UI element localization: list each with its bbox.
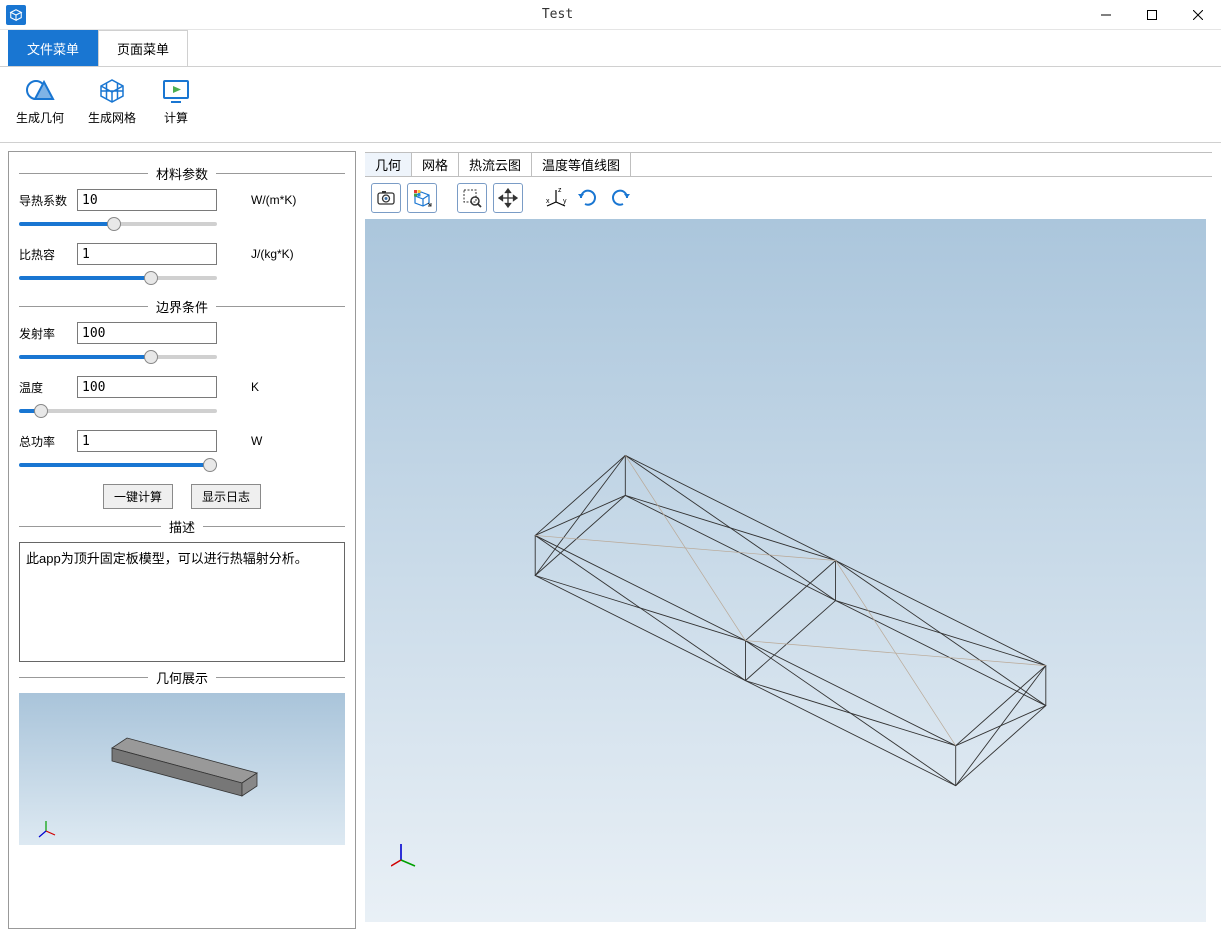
geometry-preview[interactable]	[19, 693, 345, 845]
geom-preview-section-title: 几何展示	[19, 668, 345, 687]
canvas-tab-geometry[interactable]: 几何	[365, 153, 412, 176]
rotate-cw-icon[interactable]	[575, 185, 601, 211]
total-power-row: 总功率 W	[19, 430, 345, 452]
generate-geometry-label: 生成几何	[16, 109, 64, 126]
thermal-conductivity-slider[interactable]	[19, 222, 217, 226]
specific-heat-unit: J/(kg*K)	[251, 247, 294, 261]
orientation-triad	[391, 840, 419, 868]
description-box: 此app为顶升固定板模型，可以进行热辐射分析。	[19, 542, 345, 662]
compute-button[interactable]: 计算	[154, 73, 198, 140]
ribbon-body: 生成几何 生成网格 计算	[0, 67, 1221, 143]
app-icon	[6, 5, 26, 25]
tab-page-menu[interactable]: 页面菜单	[98, 30, 188, 66]
main-area: 材料参数 导热系数 W/(m*K) 比热容 J/(kg*K) 边界条件 发射率 …	[0, 143, 1221, 937]
close-button[interactable]	[1175, 0, 1221, 30]
generate-mesh-label: 生成网格	[88, 109, 136, 126]
sidebar: 材料参数 导热系数 W/(m*K) 比热容 J/(kg*K) 边界条件 发射率 …	[8, 151, 356, 929]
temperature-row: 温度 K	[19, 376, 345, 398]
maximize-button[interactable]	[1129, 0, 1175, 30]
pan-icon[interactable]	[493, 183, 523, 213]
emissivity-label: 发射率	[19, 325, 77, 342]
mesh-icon	[96, 75, 128, 107]
one-click-compute-button[interactable]: 一键计算	[103, 484, 173, 509]
material-section-title: 材料参数	[19, 164, 345, 183]
canvas-viewport[interactable]	[365, 219, 1206, 922]
zoom-box-icon[interactable]	[457, 183, 487, 213]
generate-mesh-button[interactable]: 生成网格	[82, 73, 142, 140]
canvas-tab-iso-temp[interactable]: 温度等值线图	[532, 153, 631, 176]
thermal-conductivity-input[interactable]	[77, 189, 217, 211]
canvas-tab-mesh[interactable]: 网格	[412, 153, 459, 176]
specific-heat-row: 比热容 J/(kg*K)	[19, 243, 345, 265]
canvas-panel: 几何 网格 热流云图 温度等值线图 zy x	[364, 151, 1213, 929]
svg-text:z: z	[558, 187, 562, 194]
rotate-ccw-icon[interactable]	[607, 185, 633, 211]
scene-light-icon[interactable]	[407, 183, 437, 213]
canvas-tabs: 几何 网格 热流云图 温度等值线图	[365, 152, 1212, 177]
sidebar-button-row: 一键计算 显示日志	[19, 484, 345, 509]
total-power-slider[interactable]	[19, 463, 217, 467]
emissivity-slider[interactable]	[19, 355, 217, 359]
thermal-conductivity-unit: W/(m*K)	[251, 193, 296, 207]
temperature-input[interactable]	[77, 376, 217, 398]
specific-heat-slider[interactable]	[19, 276, 217, 280]
screenshot-icon[interactable]	[371, 183, 401, 213]
canvas-toolbar: zy x	[365, 177, 1212, 219]
generate-geometry-button[interactable]: 生成几何	[10, 73, 70, 140]
canvas-tab-heat-flux[interactable]: 热流云图	[459, 153, 532, 176]
temperature-slider[interactable]	[19, 409, 217, 413]
emissivity-row: 发射率	[19, 322, 345, 344]
specific-heat-label: 比热容	[19, 246, 77, 263]
tab-file-menu[interactable]: 文件菜单	[8, 30, 98, 66]
description-section-title: 描述	[19, 517, 345, 536]
svg-text:y: y	[563, 198, 567, 205]
emissivity-input[interactable]	[77, 322, 217, 344]
total-power-unit: W	[251, 434, 262, 448]
temperature-label: 温度	[19, 379, 77, 396]
show-log-button[interactable]: 显示日志	[191, 484, 261, 509]
compute-icon	[160, 75, 192, 107]
geometry-icon	[24, 75, 56, 107]
minimize-button[interactable]	[1083, 0, 1129, 30]
ribbon-group: 生成几何 生成网格 计算	[10, 73, 198, 140]
axes-icon[interactable]: zy x	[543, 185, 569, 211]
compute-label: 计算	[164, 109, 188, 126]
window-title: Test	[32, 7, 1083, 22]
svg-text:x: x	[546, 198, 550, 205]
temperature-unit: K	[251, 380, 259, 394]
ribbon-tabs: 文件菜单 页面菜单	[0, 30, 1221, 67]
total-power-input[interactable]	[77, 430, 217, 452]
boundary-section-title: 边界条件	[19, 297, 345, 316]
titlebar: Test	[0, 0, 1221, 30]
thermal-conductivity-label: 导热系数	[19, 192, 77, 209]
total-power-label: 总功率	[19, 433, 77, 450]
window-controls	[1083, 0, 1221, 30]
specific-heat-input[interactable]	[77, 243, 217, 265]
thermal-conductivity-row: 导热系数 W/(m*K)	[19, 189, 345, 211]
